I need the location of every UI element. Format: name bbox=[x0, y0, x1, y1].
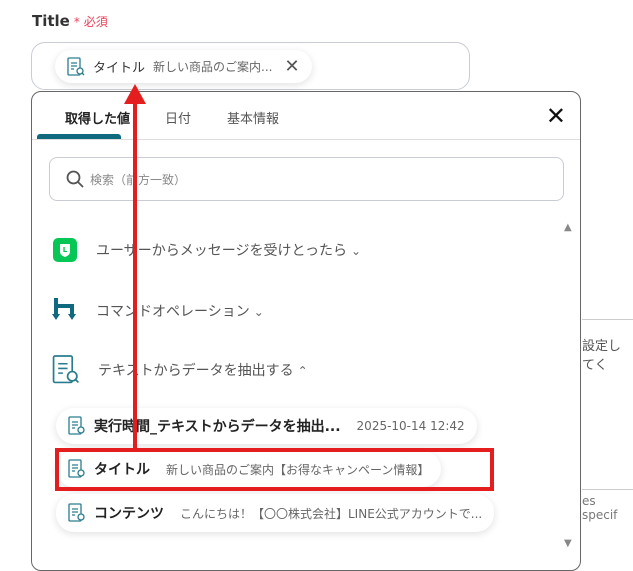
search-icon bbox=[66, 170, 84, 188]
command-operation-icon bbox=[52, 298, 76, 320]
chip-key: タイトル bbox=[93, 61, 146, 76]
title-input[interactable]: タイトル 新しい商品のご案内... ✕ bbox=[31, 42, 470, 90]
remove-chip-icon[interactable]: ✕ bbox=[284, 56, 299, 77]
required-indicator: * 必須 bbox=[73, 15, 108, 29]
background-divider bbox=[582, 489, 633, 490]
scroll-down-arrow[interactable]: ▼ bbox=[564, 538, 572, 549]
tab-basic-info[interactable]: 基本情報 bbox=[227, 108, 279, 127]
annotation-highlight-box bbox=[55, 448, 494, 491]
line-icon: L bbox=[53, 238, 77, 262]
chevron-down-icon: ⌄ bbox=[351, 244, 362, 258]
document-search-icon bbox=[68, 416, 85, 435]
scroll-up-arrow[interactable]: ▲ bbox=[564, 222, 572, 233]
selected-value-chip[interactable]: タイトル 新しい商品のご案内... ✕ bbox=[55, 50, 312, 83]
value-picker-dropdown: 取得した値 日付 基本情報 ✕ 検索（前方一致） ▲ ▼ L ユーザーからメッセ… bbox=[31, 91, 581, 571]
value-item-contents[interactable]: コンテンツ こんにちは！【〇〇株式会社】LINE公式アカウントで... bbox=[56, 494, 495, 532]
annotation-arrow bbox=[124, 84, 146, 448]
close-icon[interactable]: ✕ bbox=[546, 104, 566, 128]
group-line-trigger[interactable]: L ユーザーからメッセージを受けとったら ⌄ bbox=[52, 237, 361, 263]
document-search-icon bbox=[67, 56, 85, 76]
chevron-up-icon: ⌃ bbox=[297, 364, 308, 378]
group-text-extraction[interactable]: テキストからデータを抽出する ⌃ bbox=[52, 354, 308, 386]
item-value: こんにちは！【〇〇株式会社】LINE公式アカウントで... bbox=[180, 506, 483, 521]
field-label: Title * 必須 bbox=[32, 12, 108, 30]
chevron-down-icon: ⌄ bbox=[253, 305, 264, 319]
divider bbox=[32, 139, 580, 140]
background-text: 設定してく bbox=[582, 339, 622, 373]
background-divider bbox=[582, 319, 633, 320]
item-key: コンテンツ bbox=[94, 506, 164, 522]
document-search-icon bbox=[68, 503, 85, 522]
svg-text:L: L bbox=[63, 246, 68, 254]
background-text: es specif bbox=[582, 494, 618, 522]
item-value: 2025-10-14 12:42 bbox=[356, 419, 465, 433]
chip-value: 新しい商品のご案内... bbox=[153, 60, 273, 74]
group-command-operation[interactable]: コマンドオペレーション ⌄ bbox=[52, 296, 264, 326]
document-search-icon bbox=[52, 355, 80, 384]
tab-date[interactable]: 日付 bbox=[165, 108, 191, 127]
